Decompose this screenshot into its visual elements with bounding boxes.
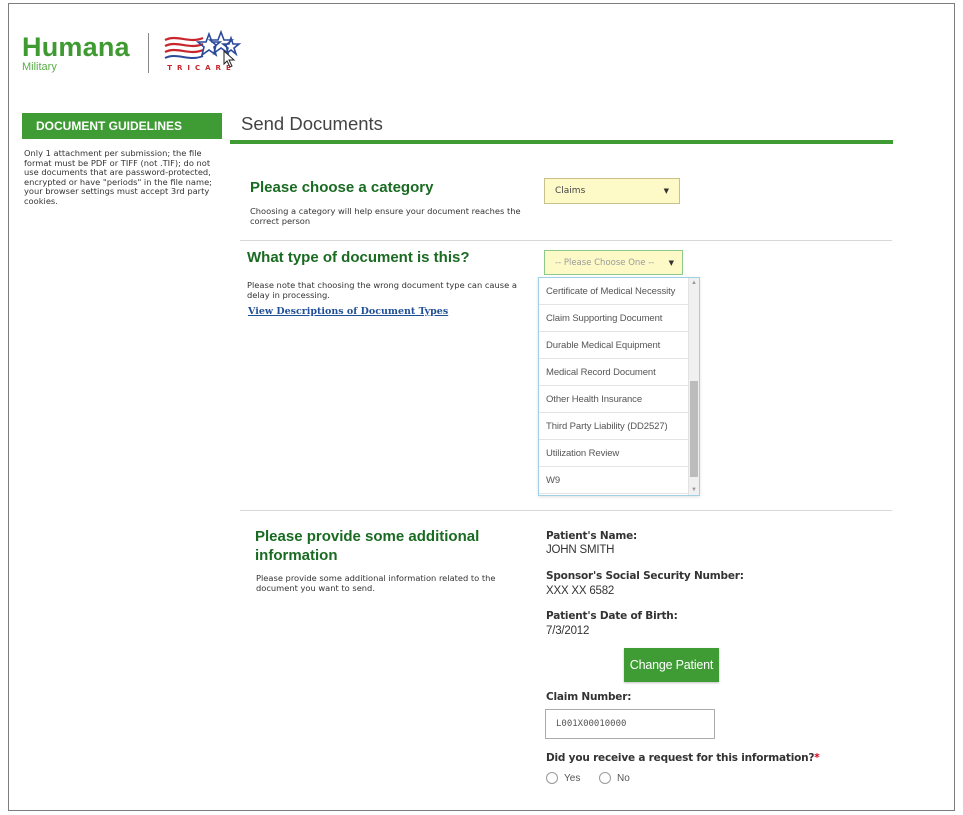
- claim-number-label: Claim Number:: [546, 691, 632, 703]
- claim-number-input[interactable]: L001X00010000: [545, 709, 715, 739]
- dropdown-scrollbar[interactable]: ▲ ▼: [688, 278, 699, 495]
- document-guidelines-text: Only 1 attachment per submission; the fi…: [24, 148, 212, 206]
- document-type-select[interactable]: -- Please Choose One -- ▼: [544, 250, 683, 275]
- request-question-text: Did you receive a request for this infor…: [546, 752, 815, 764]
- ssn-value: XXX XX 6582: [546, 585, 615, 597]
- category-select[interactable]: Claims ▼: [544, 178, 680, 204]
- option-claim-supporting-document[interactable]: Claim Supporting Document: [539, 305, 699, 332]
- chevron-down-icon: ▼: [668, 258, 674, 267]
- section-divider: [240, 510, 892, 511]
- ssn-label: Sponsor's Social Security Number:: [546, 570, 744, 582]
- additional-info-description: Please provide some additional informati…: [256, 573, 496, 593]
- option-certificate-of-medical-necessity[interactable]: Certificate of Medical Necessity: [539, 278, 699, 305]
- tricare-logo: TRICARE: [163, 29, 255, 76]
- dob-value: 7/3/2012: [546, 625, 590, 637]
- document-type-placeholder: -- Please Choose One --: [555, 257, 655, 268]
- scroll-up-arrow-icon[interactable]: ▲: [691, 280, 697, 286]
- radio-no-option[interactable]: No: [599, 772, 630, 784]
- document-type-dropdown[interactable]: Certificate of Medical Necessity Claim S…: [538, 277, 700, 496]
- category-selected-value: Claims: [555, 186, 586, 196]
- humana-logo: Humana Military: [22, 31, 130, 73]
- radio-yes[interactable]: [546, 772, 558, 784]
- patient-name-value: JOHN SMITH: [546, 544, 615, 556]
- dropdown-scroll-thumb[interactable]: [690, 381, 698, 477]
- doc-type-heading: What type of document is this?: [247, 249, 470, 266]
- category-description: Choosing a category will help ensure you…: [250, 206, 521, 226]
- option-utilization-review[interactable]: Utilization Review: [539, 440, 699, 467]
- change-patient-button[interactable]: Change Patient: [624, 648, 719, 682]
- humana-wordmark: Humana: [22, 31, 130, 62]
- doc-type-description: Please note that choosing the wrong docu…: [247, 280, 517, 300]
- dob-label: Patient's Date of Birth:: [546, 610, 678, 622]
- request-question-label: Did you receive a request for this infor…: [546, 752, 820, 764]
- section-divider: [240, 240, 892, 241]
- option-w9[interactable]: W9: [539, 467, 699, 494]
- logo-divider: [147, 33, 150, 73]
- option-third-party-liability[interactable]: Third Party Liability (DD2527): [539, 413, 699, 440]
- view-document-types-link[interactable]: View Descriptions of Document Types: [248, 306, 448, 317]
- patient-name-label: Patient's Name:: [546, 530, 637, 542]
- option-other-health-insurance[interactable]: Other Health Insurance: [539, 386, 699, 413]
- radio-yes-option[interactable]: Yes: [546, 772, 580, 784]
- radio-no[interactable]: [599, 772, 611, 784]
- title-divider: [230, 140, 893, 144]
- military-subtitle: Military: [22, 60, 57, 73]
- page-title: Send Documents: [241, 113, 383, 134]
- document-guidelines-header: DOCUMENT GUIDELINES: [22, 113, 222, 139]
- chevron-down-icon: ▼: [663, 187, 669, 195]
- option-durable-medical-equipment[interactable]: Durable Medical Equipment: [539, 332, 699, 359]
- radio-no-label: No: [617, 772, 630, 784]
- tricare-flag-icon: [164, 29, 242, 59]
- scroll-down-arrow-icon[interactable]: ▼: [691, 487, 697, 493]
- category-heading: Please choose a category: [250, 179, 434, 196]
- mouse-cursor-icon: [223, 50, 236, 68]
- radio-yes-label: Yes: [564, 772, 581, 784]
- header-logo[interactable]: Humana Military TRICARE: [22, 29, 255, 76]
- claim-number-value: L001X00010000: [556, 719, 627, 729]
- option-medical-record-document[interactable]: Medical Record Document: [539, 359, 699, 386]
- additional-info-heading: Please provide some additional informati…: [255, 528, 480, 564]
- required-asterisk: *: [814, 752, 820, 764]
